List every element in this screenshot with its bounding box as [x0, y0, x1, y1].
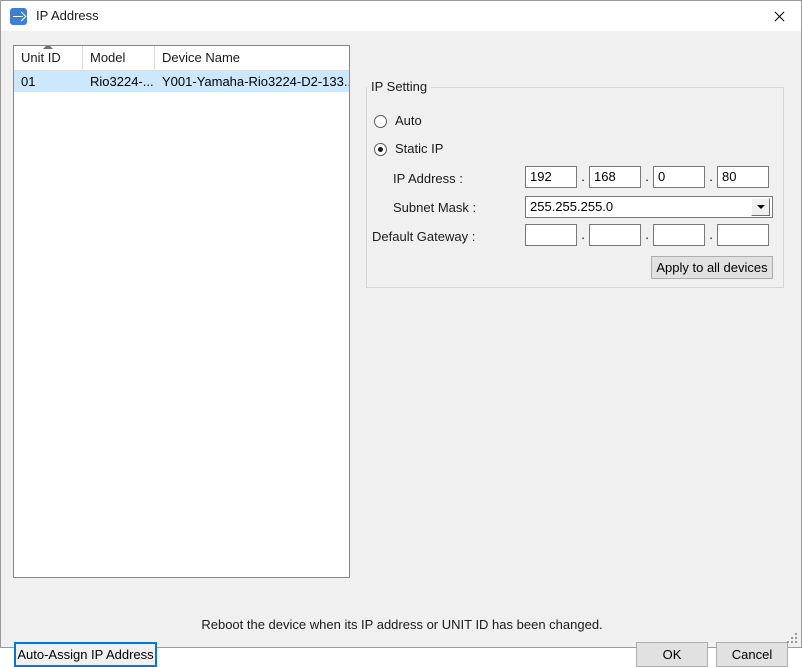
subnet-mask-dropdown-button[interactable]: [751, 198, 770, 216]
cell-unit-id: 01: [14, 71, 83, 92]
chevron-down-icon: [757, 205, 765, 209]
close-button[interactable]: [755, 1, 801, 31]
ok-button[interactable]: OK: [636, 642, 708, 667]
column-header-unit-id-label: Unit ID: [21, 50, 61, 65]
title-bar: IP Address: [1, 1, 801, 31]
close-icon: [773, 11, 784, 22]
gateway-octet-2-input[interactable]: [589, 224, 641, 246]
column-header-model-label: Model: [90, 50, 125, 65]
gateway-octet-3-input[interactable]: [653, 224, 705, 246]
radio-auto-label: Auto: [395, 113, 422, 129]
table-row[interactable]: 01 Rio3224-... Y001-Yamaha-Rio3224-D2-13…: [14, 71, 349, 92]
radio-auto[interactable]: Auto: [374, 113, 422, 129]
default-gateway-octets: . . .: [525, 224, 769, 246]
column-header-device-name-label: Device Name: [162, 50, 240, 65]
gateway-octet-4-input[interactable]: [717, 224, 769, 246]
network-device-icon: [10, 8, 27, 25]
ip-address-dialog: IP Address Unit ID Model Device Name 0: [0, 0, 802, 648]
ip-octet-4-input[interactable]: 80: [717, 166, 769, 188]
column-header-device-name[interactable]: Device Name: [155, 46, 349, 70]
ip-separator-2: .: [641, 166, 653, 188]
column-header-model[interactable]: Model: [83, 46, 155, 70]
ip-setting-title: IP Setting: [367, 78, 431, 95]
ip-address-label: IP Address :: [393, 171, 463, 187]
device-list[interactable]: Unit ID Model Device Name 01 Rio3224-...…: [13, 45, 350, 578]
subnet-mask-select[interactable]: 255.255.255.0: [525, 196, 773, 218]
radio-auto-indicator: [374, 115, 387, 128]
cell-model: Rio3224-...: [83, 71, 155, 92]
ip-separator-3: .: [705, 166, 717, 188]
gateway-separator-2: .: [641, 224, 653, 246]
auto-assign-ip-address-button[interactable]: Auto-Assign IP Address: [14, 642, 157, 667]
resize-grip[interactable]: [787, 633, 798, 644]
radio-static-ip[interactable]: Static IP: [374, 141, 443, 157]
ip-octet-1-input[interactable]: 192: [525, 166, 577, 188]
device-list-header: Unit ID Model Device Name: [14, 46, 349, 71]
window-title: IP Address: [36, 1, 99, 31]
apply-to-all-devices-button[interactable]: Apply to all devices: [651, 256, 773, 279]
gateway-separator-3: .: [705, 224, 717, 246]
ip-address-octets: 192 . 168 . 0 . 80: [525, 166, 769, 188]
default-gateway-label: Default Gateway :: [372, 229, 475, 245]
subnet-mask-value: 255.255.255.0: [526, 197, 751, 217]
ip-octet-2-input[interactable]: 168: [589, 166, 641, 188]
cancel-button[interactable]: Cancel: [716, 642, 788, 667]
ip-separator-1: .: [577, 166, 589, 188]
gateway-separator-1: .: [577, 224, 589, 246]
sort-ascending-icon: [43, 46, 53, 49]
dialog-body: Unit ID Model Device Name 01 Rio3224-...…: [1, 31, 801, 647]
cell-device-name: Y001-Yamaha-Rio3224-D2-133...: [155, 71, 349, 92]
radio-static-ip-label: Static IP: [395, 141, 443, 157]
radio-static-ip-indicator: [374, 143, 387, 156]
subnet-mask-label: Subnet Mask :: [393, 200, 476, 216]
reboot-note: Reboot the device when its IP address or…: [1, 617, 802, 632]
ip-octet-3-input[interactable]: 0: [653, 166, 705, 188]
column-header-unit-id[interactable]: Unit ID: [14, 46, 83, 70]
gateway-octet-1-input[interactable]: [525, 224, 577, 246]
